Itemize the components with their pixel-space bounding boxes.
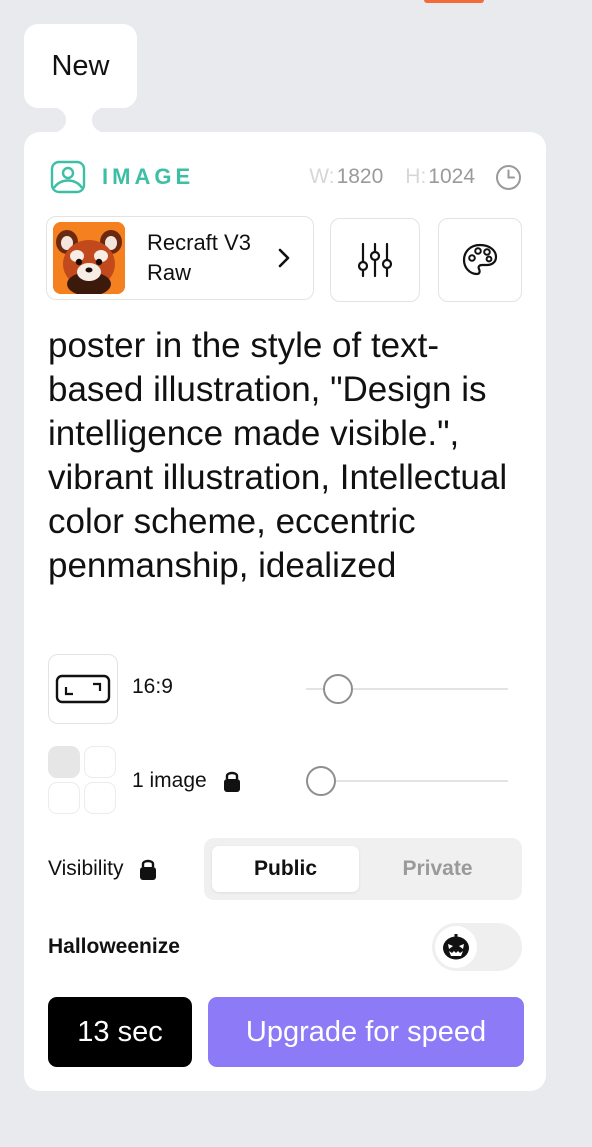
new-tab-label: New: [51, 49, 110, 82]
dimensions-display[interactable]: W: 1820 H: 1024: [309, 165, 475, 189]
aspect-ratio-label: 16:9: [132, 675, 173, 698]
sliders-icon: [357, 242, 393, 278]
visibility-label: Visibility: [48, 857, 124, 880]
slider-track: [306, 780, 508, 782]
clock-icon[interactable]: [495, 164, 522, 191]
generation-panel: IMAGE W: 1820 H: 1024 Recraft V3 Raw pos…: [24, 132, 546, 1091]
prompt-text[interactable]: poster in the style of text-based illust…: [48, 324, 528, 588]
width-value: 1820: [336, 165, 384, 188]
palette-icon: [462, 243, 498, 276]
aspect-ratio-button[interactable]: [48, 654, 118, 724]
generate-timer-button[interactable]: 13 sec: [48, 997, 192, 1067]
aspect-ratio-slider[interactable]: [306, 674, 508, 704]
visibility-public-option[interactable]: Public: [212, 846, 359, 892]
model-avatar: [53, 222, 125, 294]
halloweenize-switch[interactable]: [432, 923, 522, 971]
top-accent-bar: [424, 0, 484, 3]
upgrade-button[interactable]: Upgrade for speed: [208, 997, 524, 1067]
model-name: Recraft V3 Raw: [147, 230, 251, 285]
switch-knob: [435, 926, 477, 968]
style-palette-button[interactable]: [438, 218, 522, 302]
red-panda-icon: [53, 222, 125, 294]
aspect-ratio-icon: [55, 674, 111, 704]
lock-icon: [140, 859, 157, 880]
slider-thumb[interactable]: [306, 766, 336, 796]
width-key: W:: [309, 165, 335, 188]
new-tab[interactable]: New: [24, 24, 137, 108]
visibility-toggle: Public Private: [204, 838, 522, 900]
content-type-label: IMAGE: [102, 164, 195, 189]
upgrade-label: Upgrade for speed: [245, 1015, 487, 1048]
timer-label: 13 sec: [77, 1015, 163, 1048]
height-key: H:: [405, 165, 427, 188]
panel-header: IMAGE W: 1820 H: 1024: [50, 160, 522, 194]
image-count-label-group: 1 image: [132, 769, 241, 793]
model-selector-button[interactable]: Recraft V3 Raw: [46, 216, 314, 300]
image-icon: [50, 160, 86, 194]
visibility-label-group: Visibility: [48, 857, 157, 881]
image-count-icon[interactable]: [48, 746, 118, 816]
slider-thumb[interactable]: [323, 674, 353, 704]
image-count-label: 1 image: [132, 769, 207, 792]
halloweenize-label: Halloweenize: [48, 935, 180, 958]
image-count-slider[interactable]: [306, 766, 508, 796]
chevron-right-icon: [278, 248, 290, 268]
height-value: 1024: [428, 165, 475, 188]
visibility-private-option[interactable]: Private: [364, 846, 511, 892]
jack-o-lantern-icon: [443, 934, 469, 960]
lock-icon: [223, 771, 240, 792]
settings-sliders-button[interactable]: [330, 218, 420, 302]
